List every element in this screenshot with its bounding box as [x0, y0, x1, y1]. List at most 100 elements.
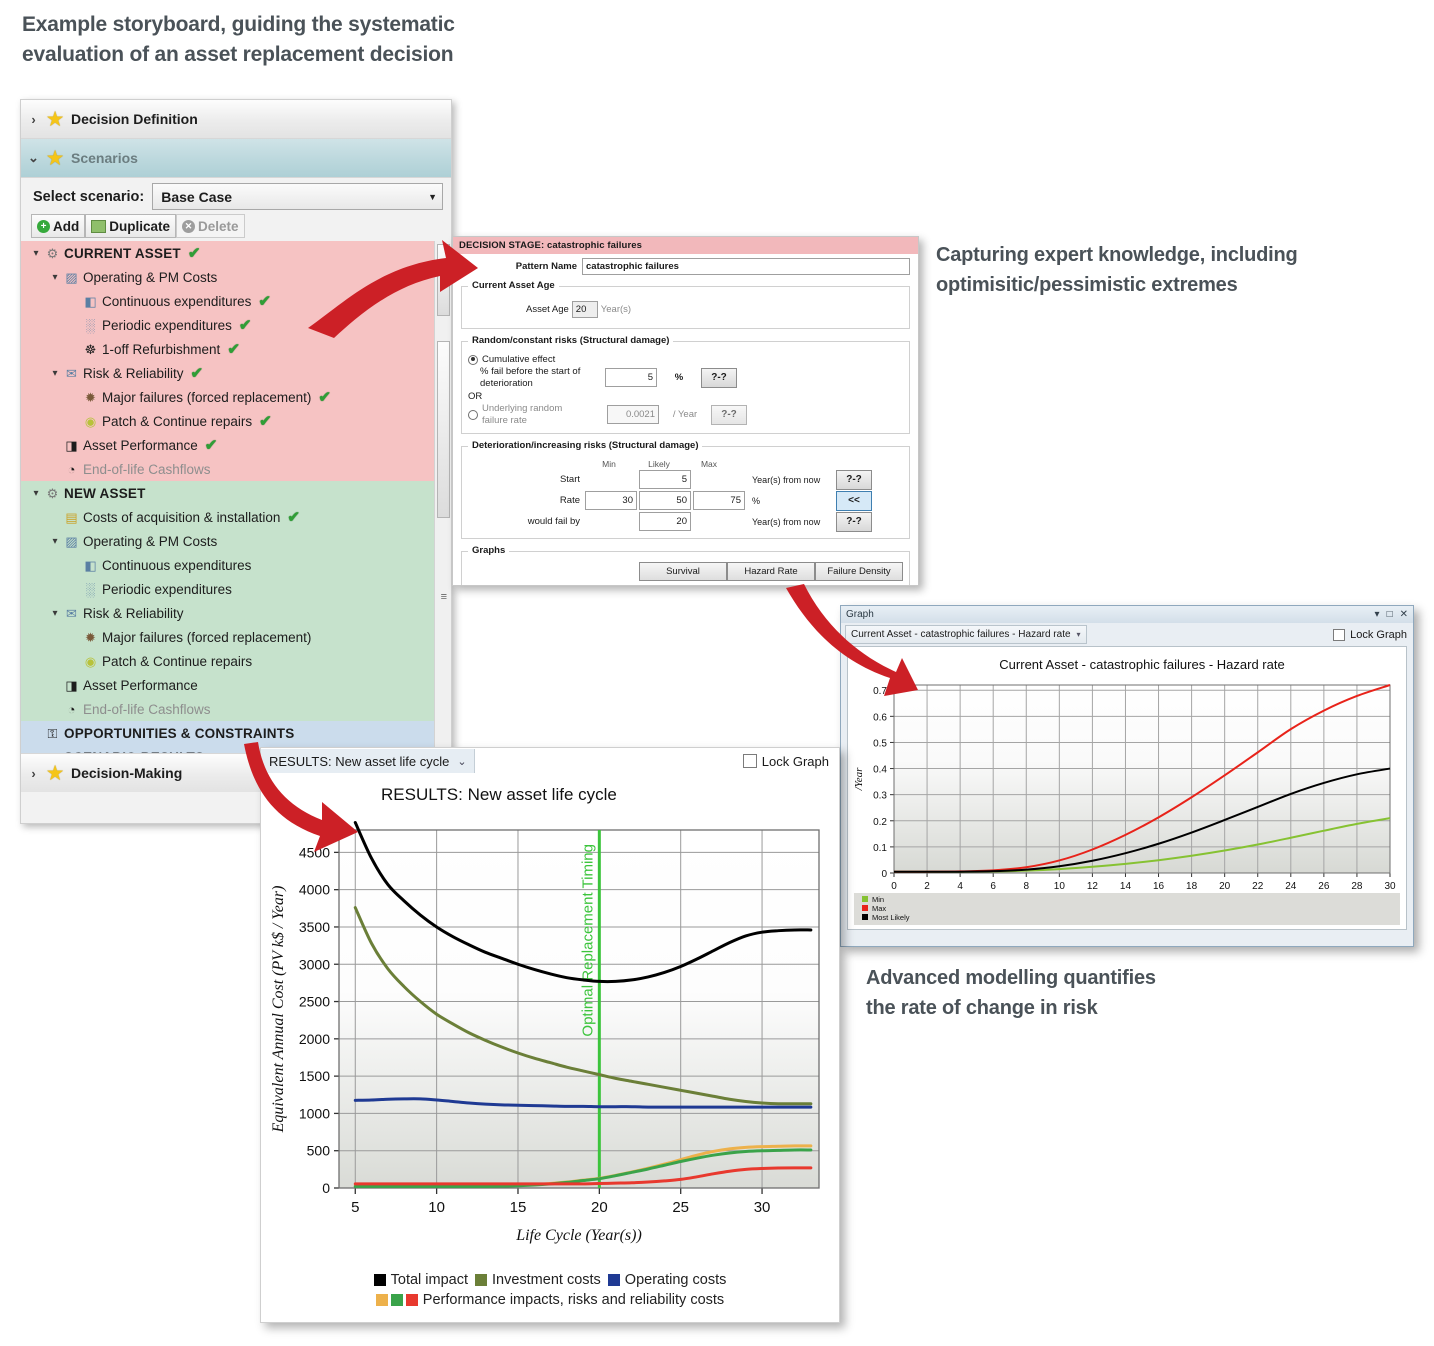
tree-item[interactable]: ▤ Costs of acquisition & installation ✔: [21, 505, 435, 529]
section-decision-making-label: Decision-Making: [71, 765, 183, 781]
chevron-down-icon: ▾: [1076, 630, 1081, 639]
deterioration-help-button[interactable]: ?-?: [836, 511, 872, 532]
deterioration-min-input[interactable]: 30: [585, 491, 637, 510]
tree-item[interactable]: ✹ Major failures (forced replacement): [21, 625, 435, 649]
deterioration-row: Rate 30 50 75% <<: [468, 490, 903, 511]
deterioration-likely-input[interactable]: 50: [639, 491, 691, 510]
graph-button-failure-density[interactable]: Failure Density: [815, 561, 903, 581]
tree-item-label: Asset Performance: [83, 437, 198, 453]
tree-item-label: CURRENT ASSET: [64, 245, 181, 261]
select-scenario-label: Select scenario:: [33, 188, 145, 205]
twisty-icon[interactable]: ▾: [48, 608, 62, 619]
svg-text:6: 6: [990, 881, 996, 892]
fail-before-help-button[interactable]: ?-?: [701, 367, 737, 388]
caption-expert-line2: optimisitic/pessimistic extremes: [936, 274, 1238, 296]
duplicate-scenario-button[interactable]: Duplicate: [85, 214, 177, 238]
tree-item[interactable]: ☸ 1-off Refurbishment ✔: [21, 337, 435, 361]
checkbox-icon[interactable]: [742, 754, 757, 768]
tree-item[interactable]: ▾ ✉ Risk & Reliability: [21, 601, 435, 625]
svg-text:500: 500: [307, 1143, 331, 1159]
asset-age-input[interactable]: 20: [571, 301, 598, 318]
section-scenarios[interactable]: ⌄ Scenarios: [21, 139, 451, 178]
deterioration-row-unit: %: [752, 495, 761, 506]
legend-label: Total impact: [390, 1272, 468, 1288]
tree-item[interactable]: ▾ ⚙ NEW ASSET: [21, 481, 435, 505]
cumulative-effect-radio[interactable]: [468, 354, 478, 365]
svg-text:12: 12: [1087, 881, 1099, 892]
pattern-name-input[interactable]: catastrophic failures: [582, 258, 910, 275]
add-scenario-button[interactable]: + Add: [31, 214, 86, 238]
chevron-right-icon[interactable]: ›: [27, 766, 40, 781]
deterioration-help-button[interactable]: ?-?: [836, 469, 872, 490]
line-chart-icon: ◧: [84, 293, 97, 309]
scrollbar-thumb[interactable]: [437, 341, 450, 518]
refurbish-icon: ☸: [84, 341, 97, 357]
tree-item[interactable]: ▾ ▨ Operating & PM Costs: [21, 529, 435, 553]
twisty-icon[interactable]: ▾: [29, 752, 43, 754]
deterioration-row-unit: Year(s) from now: [752, 474, 821, 485]
underlying-random-radio[interactable]: [468, 409, 478, 420]
tree-item[interactable]: ⚿ OPPORTUNITIES & CONSTRAINTS: [21, 721, 435, 745]
gear-icon: ⚙: [46, 485, 59, 501]
checkbox-icon[interactable]: [1333, 628, 1346, 641]
tree-item[interactable]: ◉ Patch & Continue repairs ✔: [21, 409, 435, 433]
twisty-icon[interactable]: ▾: [29, 488, 43, 499]
tree-item[interactable]: ▾ ✉ Risk & Reliability ✔: [21, 361, 435, 385]
fail-before-input[interactable]: 5: [605, 368, 657, 388]
asset-age-label: Asset Age: [526, 304, 569, 315]
caption-advanced-line2: the rate of change in risk: [866, 997, 1098, 1019]
random-risks-group: Random/constant risks (Structural damage…: [461, 335, 910, 434]
gear-icon: ⚙: [46, 245, 59, 261]
deterioration-likely-input[interactable]: 20: [639, 512, 691, 531]
delete-scenario-label: Delete: [198, 218, 239, 234]
twisty-icon[interactable]: ▾: [48, 368, 62, 379]
legend-swatch: [607, 1274, 620, 1286]
delete-scenario-button[interactable]: ✕ Delete: [176, 214, 245, 238]
results-plot-area: RESULTS: New asset life cycle 0 500 1000 150…: [261, 774, 839, 1320]
underlying-help-button[interactable]: ?-?: [711, 404, 747, 425]
deterioration-max-input[interactable]: 75: [693, 491, 745, 510]
maximize-icon[interactable]: □: [1387, 609, 1393, 620]
scrollbar-grip-icon: ≡: [440, 591, 447, 603]
results-lock-graph-checkbox[interactable]: Lock Graph: [742, 754, 829, 769]
chevron-right-icon[interactable]: ›: [27, 112, 40, 127]
svg-text:0.4: 0.4: [873, 765, 887, 776]
chevron-down-icon[interactable]: ⌄: [27, 150, 40, 166]
deterioration-likely-input[interactable]: 5: [639, 470, 691, 489]
tree-item[interactable]: ░ Periodic expenditures: [21, 577, 435, 601]
svg-text:1000: 1000: [299, 1105, 330, 1121]
tree-item[interactable]: ◔ End-of-life Cashflows: [21, 697, 435, 721]
graph-button-hazard-rate[interactable]: Hazard Rate: [727, 561, 815, 581]
tree-item[interactable]: ◧ Continuous expenditures: [21, 553, 435, 577]
col-likely-header: Likely: [648, 458, 670, 469]
star-icon: [47, 111, 64, 128]
scenario-select[interactable]: Base Case ▼: [152, 183, 443, 210]
twisty-icon[interactable]: ▾: [29, 248, 43, 259]
tree-item-label: End-of-life Cashflows: [83, 701, 211, 717]
random-risks-legend: Random/constant risks (Structural damage…: [468, 335, 674, 346]
svg-text:10: 10: [428, 1199, 445, 1216]
deterioration-row-label: Start: [559, 474, 580, 485]
tree-item[interactable]: ◨ Asset Performance: [21, 673, 435, 697]
tree-item[interactable]: ◔ End-of-life Cashflows: [21, 457, 435, 481]
graph-button-survival[interactable]: Survival: [639, 561, 727, 581]
tree-item[interactable]: ✹ Major failures (forced replacement) ✔: [21, 385, 435, 409]
hazard-lock-graph-checkbox[interactable]: Lock Graph: [1333, 628, 1407, 641]
twisty-icon[interactable]: ▾: [48, 272, 62, 283]
tree-item[interactable]: ◉ Patch & Continue repairs: [21, 649, 435, 673]
range-collapse-button[interactable]: <<: [836, 490, 872, 511]
underlying-rate-input[interactable]: 0.0021: [607, 405, 659, 425]
close-icon[interactable]: ✕: [1400, 609, 1408, 620]
svg-text:0.2: 0.2: [873, 817, 887, 828]
svg-text:2000: 2000: [299, 1031, 330, 1047]
underlying-rate-unit: / Year: [672, 409, 698, 421]
svg-text:18: 18: [1186, 881, 1198, 892]
section-decision-definition[interactable]: › Decision Definition: [21, 100, 451, 139]
tree-item-label: Major failures (forced replacement): [102, 389, 312, 405]
tree-item-label: Costs of acquisition & installation: [83, 509, 281, 525]
twisty-icon[interactable]: ▾: [48, 536, 62, 547]
minimize-icon[interactable]: ▾: [1375, 609, 1380, 620]
tree-item[interactable]: ◨ Asset Performance ✔: [21, 433, 435, 457]
pattern-name-row: Pattern Name catastrophic failures: [453, 254, 918, 277]
bar-chart-icon: ░: [85, 581, 96, 597]
